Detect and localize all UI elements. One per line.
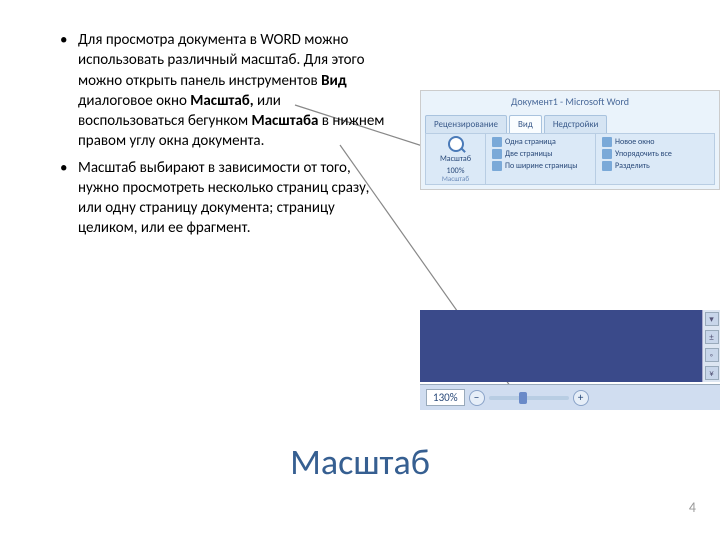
zoom-percent[interactable]: 130%: [426, 389, 465, 406]
new-window-button[interactable]: Новое окно: [602, 137, 708, 147]
ribbon-group-window: Новое окно Упорядочить все Разделить: [596, 134, 714, 184]
page-width-button[interactable]: По ширине страницы: [492, 161, 589, 171]
bullet-item: Для просмотра документа в WORD можно исп…: [60, 30, 390, 152]
tab-review[interactable]: Рецензирование: [425, 115, 507, 134]
scroll-button[interactable]: ¥: [705, 366, 719, 380]
label: Две страницы: [505, 149, 553, 159]
scroll-button[interactable]: ◦: [705, 348, 719, 362]
one-page-button[interactable]: Одна страница: [492, 137, 589, 147]
split-icon: [602, 161, 612, 171]
bold-text: Масштаба: [252, 112, 319, 130]
ribbon-body: Масштаб 100% Масштаб Одна страница Две с…: [425, 133, 715, 185]
arrange-icon: [602, 149, 612, 159]
tab-addins[interactable]: Недстройки: [544, 115, 608, 134]
status-bar: 130% − +: [420, 384, 720, 410]
page-icon: [492, 137, 502, 147]
ribbon-tabs: Рецензирование Вид Недстройки: [425, 115, 607, 134]
zoom-slider[interactable]: [489, 396, 569, 400]
label: Разделить: [615, 161, 650, 171]
scale-button[interactable]: Масштаб: [432, 136, 479, 164]
bold-text: Вид: [321, 72, 347, 90]
ribbon-group-pages: Одна страница Две страницы По ширине стр…: [486, 134, 596, 184]
zoom-slider-thumb[interactable]: [519, 392, 527, 404]
bold-text: Масштаб,: [190, 92, 253, 110]
bullet-item: Масштаб выбирают в зависимости от того, …: [60, 158, 390, 239]
slide: Для просмотра документа в WORD можно исп…: [0, 0, 720, 540]
arrange-all-button[interactable]: Упорядочить все: [602, 149, 708, 159]
scale-button-label: Масштаб: [440, 154, 471, 164]
bullet-text: Масштаб выбирают в зависимости от того, …: [78, 159, 369, 238]
pages-icon: [492, 149, 502, 159]
bullet-list: Для просмотра документа в WORD можно исп…: [60, 30, 390, 245]
word-zoom-screenshot: ▾ ± ◦ ¥ 130% − +: [420, 310, 720, 410]
window-title: Документ1 - Microsoft Word: [421, 95, 719, 108]
ribbon-group-scale: Масштаб 100% Масштаб: [426, 134, 486, 184]
label: Одна страница: [505, 137, 556, 147]
window-icon: [602, 137, 612, 147]
scroll-button[interactable]: ±: [705, 330, 719, 344]
two-pages-button[interactable]: Две страницы: [492, 149, 589, 159]
magnify-icon: [448, 136, 464, 152]
tab-view[interactable]: Вид: [509, 115, 542, 134]
scroll-button[interactable]: ▾: [705, 312, 719, 326]
width-icon: [492, 161, 502, 171]
zoom-in-button[interactable]: +: [573, 390, 589, 406]
ribbon-group-label: Масштаб: [426, 174, 485, 183]
bullet-text: диалоговое окно: [78, 92, 190, 110]
document-dark-area: ▾ ± ◦ ¥: [420, 310, 720, 382]
label: Упорядочить все: [615, 149, 672, 159]
scrollbar-column: ▾ ± ◦ ¥: [702, 310, 720, 382]
word-ribbon-screenshot: Документ1 - Microsoft Word Рецензировани…: [420, 90, 720, 190]
page-number: 4: [689, 499, 696, 516]
label: Новое окно: [615, 137, 654, 147]
slide-title: Масштаб: [0, 440, 720, 484]
label: По ширине страницы: [505, 161, 578, 171]
zoom-out-button[interactable]: −: [469, 390, 485, 406]
split-button[interactable]: Разделить: [602, 161, 708, 171]
